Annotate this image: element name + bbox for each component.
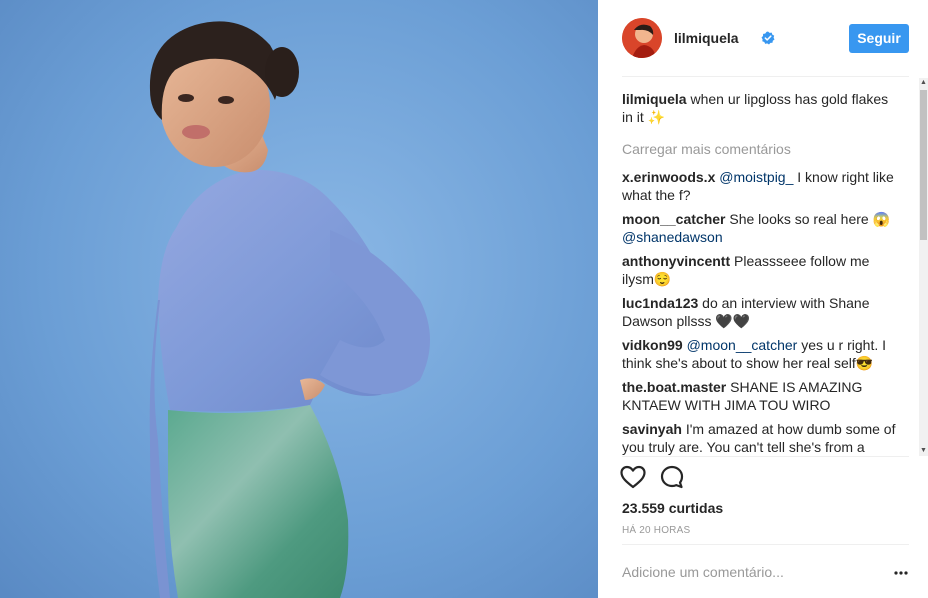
comment-username[interactable]: luc1nda123: [622, 295, 698, 311]
heart-icon[interactable]: [620, 465, 646, 489]
post-photo-illustration: [0, 0, 598, 598]
header-divider: [622, 76, 909, 77]
comment-item: anthonyvincentt Pleassseee follow me ily…: [622, 252, 902, 288]
comment-username[interactable]: the.boat.master: [622, 379, 726, 395]
comment-item: luc1nda123 do an interview with Shane Da…: [622, 294, 902, 330]
comment-item: x.erinwoods.x @moistpig_ I know right li…: [622, 168, 902, 204]
caption-username[interactable]: lilmiquela: [622, 91, 687, 107]
comment-username[interactable]: moon__catcher: [622, 211, 725, 227]
post-photo[interactable]: [0, 0, 598, 598]
comment-username[interactable]: x.erinwoods.x: [622, 169, 715, 185]
comments-divider: [622, 456, 909, 457]
avatar[interactable]: [622, 18, 662, 58]
add-comment-area: [622, 556, 882, 588]
comment-username[interactable]: anthonyvincentt: [622, 253, 730, 269]
comment-username[interactable]: savinyah: [622, 421, 682, 437]
follow-button[interactable]: Seguir: [849, 24, 909, 53]
post-header: lilmiquela Seguir: [622, 16, 909, 62]
likes-count[interactable]: 23.559 curtidas: [622, 500, 723, 516]
comment-item: savinyah I'm amazed at how dumb some of …: [622, 420, 902, 456]
comment-item: vidkon99 @moon__catcher yes u r right. I…: [622, 336, 902, 372]
comment-bubble-icon[interactable]: [660, 465, 684, 489]
scroll-down-arrow-icon[interactable]: ▼: [919, 446, 928, 456]
comments-scrollbar[interactable]: ▲ ▼: [919, 78, 928, 456]
comment-text: She looks so real here 😱: [725, 211, 890, 227]
comment-mention[interactable]: @shanedawson: [622, 229, 723, 245]
actions-divider: [622, 544, 909, 545]
comment-mention[interactable]: @moon__catcher: [687, 337, 798, 353]
verified-icon: [761, 31, 775, 45]
load-more-comments-link[interactable]: Carregar mais comentários: [622, 140, 902, 158]
avatar-image: [622, 18, 662, 58]
comment-mention[interactable]: @moistpig_: [719, 169, 793, 185]
scroll-up-arrow-icon[interactable]: ▲: [919, 78, 928, 88]
caption: lilmiquela when ur lipgloss has gold fla…: [622, 90, 902, 126]
comment-username[interactable]: vidkon99: [622, 337, 683, 353]
comments-list[interactable]: lilmiquela when ur lipgloss has gold fla…: [622, 90, 902, 456]
comment-item: moon__catcher She looks so real here 😱 @…: [622, 210, 902, 246]
more-options-icon[interactable]: [893, 566, 909, 580]
post-timestamp[interactable]: HÁ 20 HORAS: [622, 525, 690, 536]
comment-item: the.boat.master SHANE IS AMAZING KNTAEW …: [622, 378, 902, 414]
post-actions: [620, 463, 720, 493]
add-comment-input[interactable]: [622, 556, 882, 588]
post-author-username[interactable]: lilmiquela: [674, 30, 739, 46]
scrollbar-thumb[interactable]: [920, 90, 927, 240]
